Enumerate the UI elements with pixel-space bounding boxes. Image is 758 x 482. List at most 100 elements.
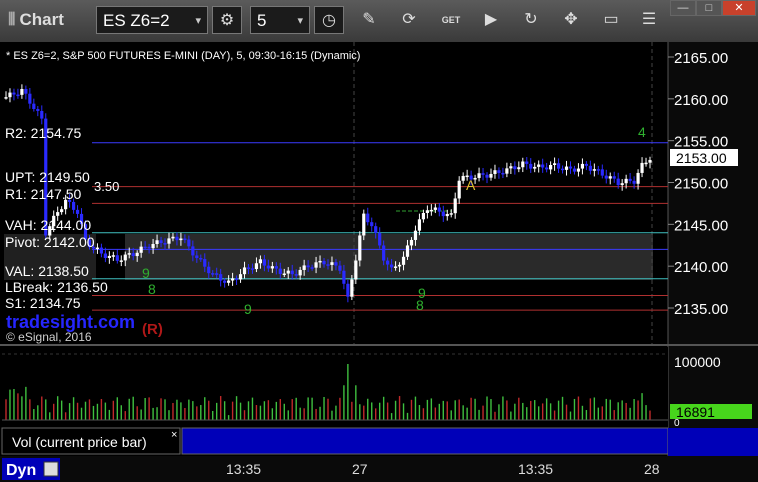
candle-body [179, 238, 183, 241]
candle-body [517, 167, 521, 170]
candle-body [461, 175, 465, 181]
price-chart[interactable]: 2165.00 2160.00 2155.00 2150.00 2145.00 2140.… [0, 42, 758, 482]
candle-body [628, 178, 632, 181]
minimize-button[interactable]: — [670, 0, 696, 16]
sequence-count: 9 [142, 265, 150, 281]
candle-body [211, 273, 215, 275]
level-label-val: VAL: 2138.50 [5, 263, 89, 279]
candle-body [350, 279, 354, 297]
get-data-button[interactable]: GET [436, 6, 466, 34]
candle-body [529, 163, 533, 169]
symbol-selector[interactable]: ES Z6=2 ▾ [96, 6, 208, 34]
volume-axis-max: 100000 [674, 354, 721, 370]
play-button[interactable]: ▶ [478, 6, 504, 34]
candle-body [441, 211, 445, 217]
candle-body [580, 163, 585, 169]
window-title[interactable]: ⦀ Chart [8, 10, 64, 30]
candle-body [612, 176, 616, 179]
volume-legend-bar[interactable] [181, 427, 669, 455]
candle-body [509, 166, 513, 169]
candle-body [310, 267, 314, 269]
maximize-button[interactable]: □ [696, 0, 722, 16]
candle-body [28, 93, 32, 104]
candle-body [219, 274, 223, 281]
candle-body [187, 239, 191, 247]
level-label-r1: R1: 2147.50 [5, 186, 81, 202]
candle-body [171, 236, 175, 239]
tools-icon: ✥ [564, 11, 578, 28]
candle-body [382, 245, 386, 261]
candle-body [449, 213, 453, 215]
candle-body [155, 240, 159, 245]
candle-body [230, 278, 235, 281]
candle-body [596, 169, 600, 171]
candle-body [143, 246, 147, 249]
candle-body [175, 236, 179, 241]
candle-body [358, 235, 362, 261]
candle-body [163, 243, 167, 245]
draw-tool-button[interactable]: ✎ [356, 6, 382, 34]
time-template-button[interactable]: ◷ [314, 6, 344, 34]
candle-body [588, 165, 592, 171]
interval-selector[interactable]: 5 ▾ [250, 6, 310, 34]
candle-body [354, 260, 358, 280]
candle-body [167, 238, 171, 244]
candle-body [362, 213, 366, 236]
candle-body [445, 213, 449, 217]
candle-body [207, 266, 211, 274]
candle-body [338, 265, 342, 271]
candle-body [366, 213, 370, 223]
candle-body [12, 92, 16, 95]
close-study-icon[interactable]: × [171, 429, 177, 441]
candle-body [127, 253, 131, 255]
candle-body [409, 239, 414, 246]
window-title-label: Chart [19, 10, 64, 29]
menu-button[interactable]: ☰ [636, 6, 662, 34]
tools-button[interactable]: ✥ [558, 6, 584, 34]
candle-body [620, 183, 624, 186]
candle-body [584, 163, 588, 166]
level-label-vah: VAH: 2144.00 [5, 217, 91, 233]
candle-body [592, 169, 596, 171]
refresh-button[interactable]: ⟳ [396, 6, 422, 34]
candle-body [330, 262, 334, 265]
comment-icon: ▭ [603, 11, 619, 28]
candle-body [497, 170, 501, 173]
candle-body [238, 274, 243, 280]
copyright-text: © eSignal, 2016 [6, 330, 92, 344]
candle-body [501, 172, 505, 175]
price-axis-label: 2160.00 [674, 92, 728, 109]
mode-label: Dyn [6, 462, 36, 479]
candle-body [433, 207, 437, 210]
candle-body [513, 166, 517, 170]
candle-body [457, 180, 461, 199]
volume-axis-blue [668, 428, 758, 456]
candle-body [481, 173, 485, 175]
minimize-icon: — [677, 2, 689, 14]
chart-title: * ES Z6=2, S&P 500 FUTURES E-MINI (DAY),… [6, 50, 360, 62]
symbol-link-button[interactable]: ⚙ [212, 6, 242, 34]
chevron-down-icon: ▾ [195, 15, 201, 27]
gear-icon: ⚙ [219, 12, 235, 29]
candle-body [258, 259, 263, 264]
drag-grip-icon[interactable]: ⦀ [8, 10, 15, 29]
comment-button[interactable]: ▭ [598, 6, 624, 34]
candle-body [147, 246, 151, 249]
candle-body [254, 263, 259, 270]
candle-body [282, 273, 286, 276]
candle-body [95, 247, 100, 250]
symbol-value: ES Z6=2 [103, 11, 170, 30]
candle-body [326, 264, 330, 266]
candle-body [429, 209, 433, 212]
close-button[interactable]: ✕ [722, 0, 756, 16]
candle-body [242, 267, 247, 275]
candle-body [103, 253, 107, 258]
candle-body [600, 169, 604, 176]
candle-body [624, 178, 628, 184]
candle-body [278, 268, 282, 274]
bar-replay-button[interactable]: ↻ [518, 6, 544, 34]
candle-body [32, 103, 36, 110]
candle-body [425, 210, 429, 213]
last-price-value: 2153.00 [676, 150, 727, 166]
mode-toggle-icon[interactable] [43, 461, 59, 477]
